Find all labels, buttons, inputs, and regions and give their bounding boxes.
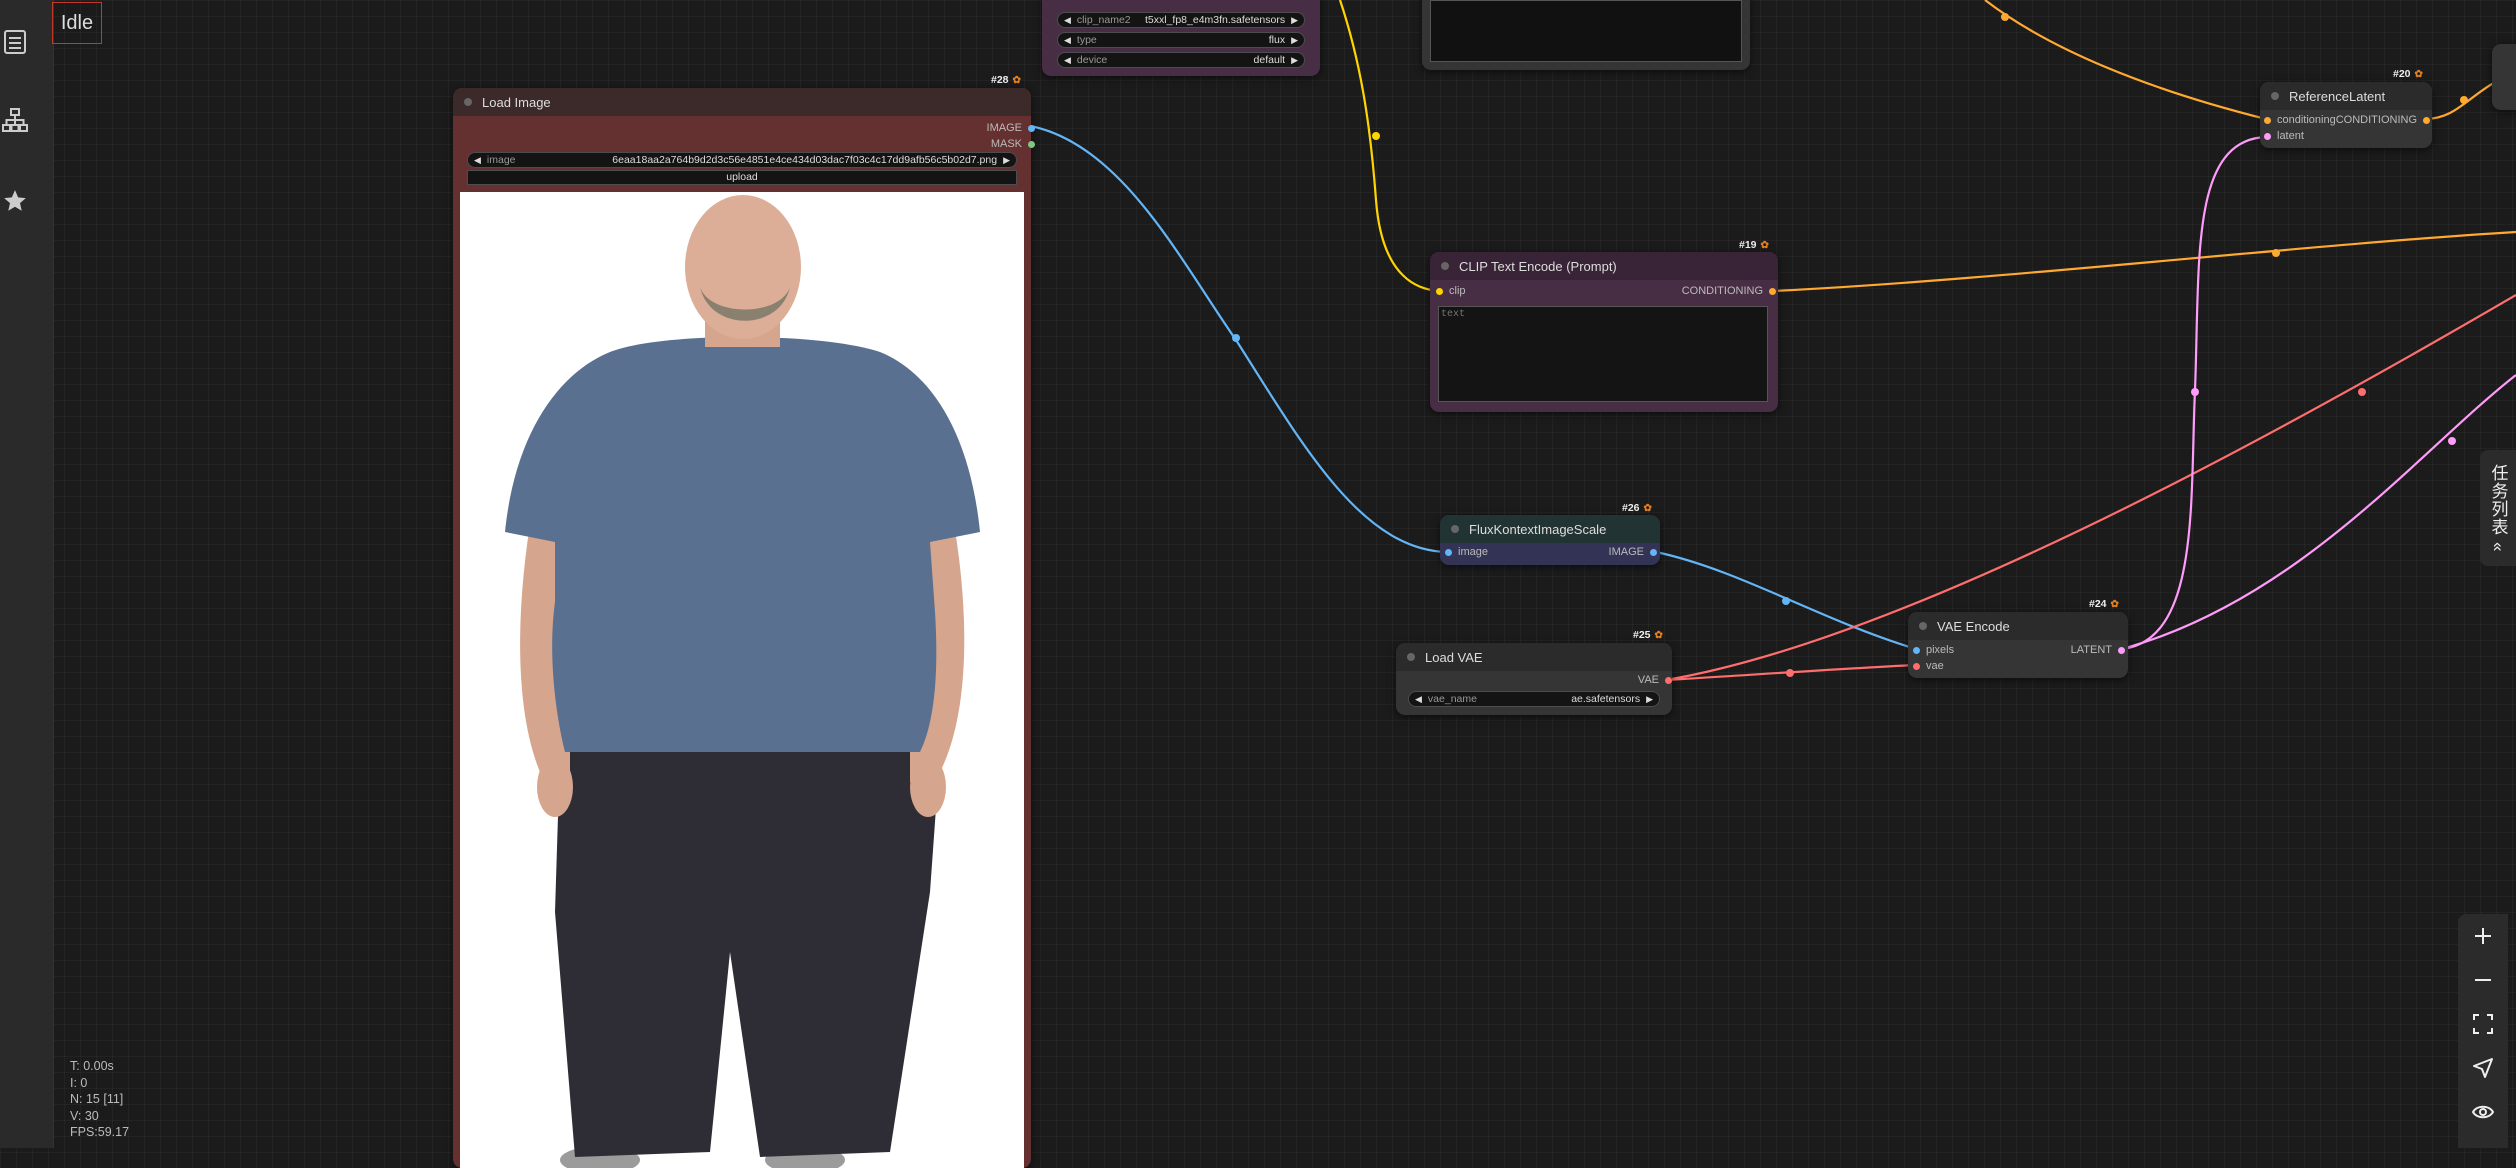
workflow-icon[interactable] [0, 100, 30, 140]
link-layer [1024, 0, 2516, 682]
input-conditioning[interactable]: conditioning [2264, 114, 2336, 126]
node-title[interactable]: ReferenceLatent [2260, 82, 2432, 110]
fit-view-icon[interactable] [2458, 1002, 2508, 1046]
navigate-icon[interactable] [2458, 1046, 2508, 1090]
stat-nodes: N: 15 [11] [70, 1092, 124, 1106]
node-id-26: #26 ✿ [1622, 502, 1652, 514]
node-id-25: #25 ✿ [1633, 629, 1663, 641]
stat-vertices: V: 30 [70, 1108, 99, 1123]
widget-device[interactable]: ◀ device default ▶ [1057, 52, 1305, 68]
node-clip-text-encode[interactable]: CLIP Text Encode (Prompt) clip CONDITION… [1430, 252, 1778, 412]
widget-image-select[interactable]: ◀ image 6eaa18aa2a764b9d2d3c56e4851e4ce434… [467, 152, 1017, 168]
node-id-28: #28 ✿ [991, 74, 1021, 86]
widget-clip-name2[interactable]: ◀ clip_name2 t5xxl_fp8_e4m3fn.safetensors ▶ [1057, 12, 1305, 28]
zoom-in-icon[interactable] [2458, 914, 2508, 958]
node-id-24: #24 ✿ [2089, 598, 2119, 610]
node-id-20: #20 ✿ [2393, 68, 2423, 80]
partial-text-area[interactable] [1430, 0, 1742, 62]
sidebar [0, 0, 54, 1148]
node-partial-right[interactable] [2492, 44, 2516, 110]
input-latent[interactable]: latent [2264, 130, 2304, 142]
widget-type[interactable]: ◀ type flux ▶ [1057, 32, 1305, 48]
collapse-dot[interactable] [1441, 262, 1449, 270]
input-vae[interactable]: vae [1913, 660, 1944, 672]
input-clip[interactable]: clip [1436, 285, 1466, 297]
pixels-link[interactable] [1655, 550, 1917, 651]
stat-iterations: I: 0 [70, 1075, 88, 1090]
node-id-19: #19 ✿ [1739, 239, 1769, 251]
node-partial-text[interactable] [1422, 0, 1750, 70]
node-title[interactable]: CLIP Text Encode (Prompt) [1430, 252, 1778, 280]
collapse-left-icon: « [2489, 541, 2508, 553]
node-title[interactable]: VAE Encode [1908, 612, 2128, 640]
node-title-text: Load Image [482, 94, 551, 110]
output-image[interactable]: IMAGE [987, 122, 1035, 134]
node-title[interactable]: FluxKontextImageScale [1440, 515, 1660, 543]
latent-link-out[interactable] [2121, 374, 2516, 651]
status-indicator: Idle [52, 2, 102, 44]
render-stats: T: 0.00s I: 0 N: 15 [11] V: 30 FPS:59.17 [70, 1058, 129, 1141]
conditioning-link-top[interactable] [1984, 0, 2267, 121]
eye-icon[interactable] [2458, 1090, 2508, 1134]
collapse-dot[interactable] [464, 98, 472, 106]
collapse-dot[interactable] [1451, 525, 1459, 533]
stat-fps: FPS:59.17 [70, 1125, 130, 1139]
node-title-text: Load VAE [1425, 649, 1483, 665]
task-list-tab[interactable]: 任务列表 « [2480, 450, 2516, 566]
output-mask[interactable]: MASK [991, 138, 1035, 150]
input-image[interactable]: image [1445, 546, 1488, 558]
status-label: Idle [60, 11, 94, 34]
node-vae-encode[interactable]: VAE Encode pixels vae LATENT [1908, 612, 2128, 678]
node-title-text: CLIP Text Encode (Prompt) [1459, 258, 1617, 274]
output-conditioning[interactable]: CONDITIONING [2336, 114, 2430, 126]
queue-icon[interactable] [0, 22, 30, 62]
node-load-vae[interactable]: Load VAE VAE ◀ vae_name ae.safetensors ▶ [1396, 643, 1672, 715]
output-latent[interactable]: LATENT [2071, 644, 2125, 656]
collapse-dot[interactable] [1407, 653, 1415, 661]
image-link[interactable] [1024, 123, 1448, 554]
collapse-dot[interactable] [1919, 622, 1927, 630]
node-reference-latent[interactable]: ReferenceLatent conditioning latent COND… [2260, 82, 2432, 148]
stat-time: T: 0.00s [70, 1059, 114, 1073]
collapse-dot[interactable] [2271, 92, 2279, 100]
star-icon[interactable] [0, 181, 30, 221]
input-pixels[interactable]: pixels [1913, 644, 1954, 656]
node-dual-clip-loader[interactable]: ◀ clip_name2 t5xxl_fp8_e4m3fn.safetensors ▶… [1042, 0, 1320, 76]
zoom-out-icon[interactable] [2458, 958, 2508, 1002]
output-conditioning[interactable]: CONDITIONING [1682, 285, 1776, 297]
task-list-label: 任务列表 [2488, 463, 2508, 536]
output-vae[interactable]: VAE [1638, 674, 1672, 686]
node-flux-kontext-image-scale[interactable]: FluxKontextImageScale image IMAGE [1440, 515, 1660, 565]
node-title-text: VAE Encode [1937, 618, 2010, 634]
output-image[interactable]: IMAGE [1609, 546, 1657, 558]
node-title[interactable]: Load VAE [1396, 643, 1672, 671]
widget-vae-name[interactable]: ◀ vae_name ae.safetensors ▶ [1408, 691, 1660, 707]
node-title-text: ReferenceLatent [2289, 88, 2386, 104]
node-load-image[interactable]: Load Image IMAGE MASK ◀ image 6eaa18aa2a76… [453, 88, 1035, 1168]
conditioning-link[interactable] [1772, 230, 2516, 293]
node-title[interactable]: Load Image [453, 88, 1031, 116]
latent-link[interactable] [2121, 135, 2267, 651]
node-title-text: FluxKontextImageScale [1469, 521, 1607, 537]
vae-link[interactable] [1665, 663, 1917, 682]
upload-button[interactable]: upload [467, 170, 1017, 185]
image-preview [460, 192, 1024, 1168]
canvas-toolbar [2458, 914, 2508, 1148]
prompt-textarea[interactable] [1438, 306, 1768, 402]
